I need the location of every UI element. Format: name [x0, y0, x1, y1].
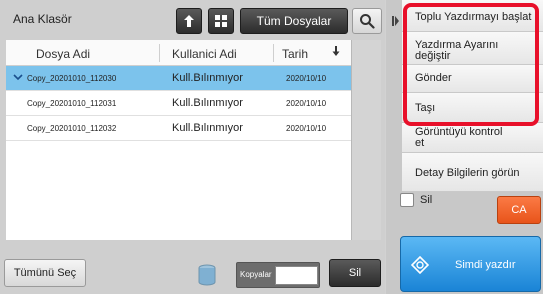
column-divider	[159, 44, 160, 62]
delete-after-checkbox[interactable]	[400, 193, 414, 207]
up-folder-button[interactable]	[176, 8, 202, 34]
delete-after-label: Sil	[420, 194, 433, 206]
storage-icon	[198, 264, 216, 291]
table-header: Dosya Adi Kullanici Adi Tarih	[6, 40, 351, 66]
table-row[interactable]: Copy_20201010_112030 Kull.Bılınmıyor 202…	[6, 66, 351, 91]
column-header-date[interactable]: Tarih	[282, 47, 308, 61]
all-files-button[interactable]: Tüm Dosyalar	[240, 8, 348, 34]
search-icon	[360, 14, 375, 29]
clear-all-button[interactable]: CA	[497, 196, 541, 224]
row-file-name: Copy_20201010_112030	[27, 74, 117, 83]
column-divider	[273, 44, 274, 62]
row-file-name: Copy_20201010_112032	[27, 124, 117, 133]
start-icon	[410, 255, 430, 277]
panel-collapse-icon[interactable]	[392, 14, 400, 28]
copies-input[interactable]	[275, 266, 318, 285]
print-now-label: Simdi yazdır	[455, 259, 516, 271]
grid-view-button[interactable]	[208, 8, 234, 34]
row-date: 2020/10/10	[286, 74, 327, 83]
file-table: Dosya Adi Kullanici Adi Tarih Copy_20201…	[6, 40, 351, 240]
scrollbar-divider	[351, 40, 352, 240]
screen: Ana Klasör Tüm Dosyalar Dosya Adi Kullan…	[0, 0, 543, 294]
row-date: 2020/10/10	[286, 124, 327, 133]
menu-item-check-image[interactable]: Görüntüyü kontrol et	[402, 123, 543, 153]
row-user-name: Kull.Bılınmıyor	[172, 122, 243, 134]
check-icon	[13, 72, 23, 85]
row-file-name: Copy_20201010_112031	[27, 99, 117, 108]
row-user-name: Kull.Bılınmıyor	[172, 72, 243, 84]
select-all-button[interactable]: Tümünü Seç	[4, 259, 86, 287]
up-arrow-icon	[184, 15, 194, 27]
table-row[interactable]: Copy_20201010_112032 Kull.Bılınmıyor 202…	[6, 116, 351, 141]
highlight-frame	[403, 3, 539, 126]
sort-down-arrow-icon[interactable]	[332, 45, 340, 60]
row-user-name: Kull.Bılınmıyor	[172, 97, 243, 109]
menu-item-detail-info[interactable]: Detay Bilgilerin görün	[402, 153, 543, 192]
search-button[interactable]	[352, 8, 382, 34]
menu-item-label: Görüntüyü kontrol et	[415, 126, 503, 149]
file-list-pane: Ana Klasör Tüm Dosyalar Dosya Adi Kullan…	[0, 0, 385, 294]
table-row[interactable]: Copy_20201010_112031 Kull.Bılınmıyor 202…	[6, 91, 351, 116]
folder-label: Ana Klasör	[13, 12, 72, 26]
row-date: 2020/10/10	[286, 99, 327, 108]
menu-item-label: Detay Bilgilerin görün	[415, 167, 520, 179]
copies-label: Kopyalar	[240, 270, 272, 279]
copies-field: Kopyalar	[236, 262, 320, 288]
print-now-button[interactable]: Simdi yazdır	[400, 236, 541, 292]
grid-view-icon	[215, 15, 227, 27]
bottom-bar: Tümünü Seç Kopyalar Sil	[0, 252, 385, 294]
column-header-user-name[interactable]: Kullanici Adi	[172, 47, 237, 61]
delete-button[interactable]: Sil	[329, 259, 381, 287]
column-header-file-name[interactable]: Dosya Adi	[36, 47, 90, 61]
scrollbar[interactable]	[351, 40, 381, 240]
